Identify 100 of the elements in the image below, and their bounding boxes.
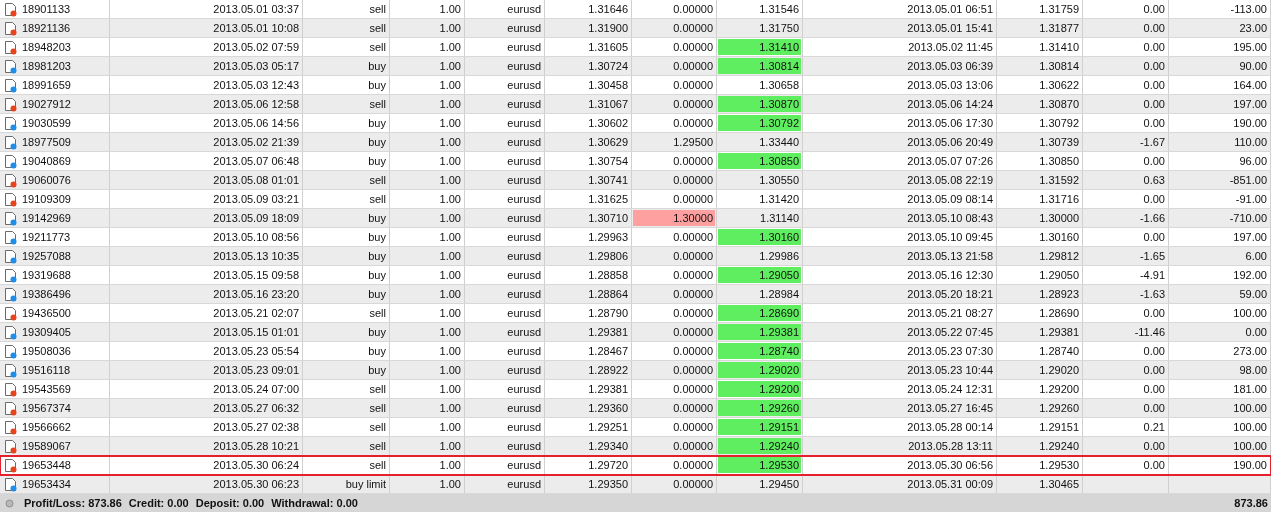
table-row[interactable]: 19309405 2013.05.15 01:01 buy 1.00 eurusd 1.29381 0.00000 1.29381 2013.05.22 07:45 1.29381 -11.46 0.00 — [0, 323, 1271, 342]
table-row[interactable]: 19653448 2013.05.30 06:24 sell 1.00 eurusd 1.29720 0.00000 1.29530 2013.05.30 06:56 1.29530 0.00 190.00 — [0, 456, 1271, 475]
summary-text: Deposit: 0.00 — [195, 495, 265, 511]
table-cell-text: 0.00000 — [673, 58, 713, 74]
table-cell-text: 2013.05.22 07:45 — [907, 324, 993, 340]
table-cell-text: 19142969 — [22, 210, 71, 226]
table-cell-text: 197.00 — [1233, 96, 1267, 112]
table-cell-text: 2013.05.16 12:30 — [907, 267, 993, 283]
table-cell-text: 1.30458 — [588, 77, 628, 93]
document-icon — [4, 476, 18, 492]
table-cell-text: 1.30000 — [1039, 210, 1079, 226]
table-cell-text: 1.28790 — [588, 305, 628, 321]
table-cell-text: 2013.05.13 21:58 — [907, 248, 993, 264]
table-row[interactable]: 18977509 2013.05.02 21:39 buy 1.00 eurusd 1.30629 1.29500 1.33440 2013.05.06 20:49 1.30739 -1.67 110.00 — [0, 133, 1271, 152]
table-cell-text: 0.00000 — [673, 324, 713, 340]
table-cell-text: 19436500 — [22, 305, 71, 321]
document-icon — [4, 77, 18, 93]
table-cell-text: sell — [369, 438, 386, 454]
table-cell-text: 2013.05.06 20:49 — [907, 134, 993, 150]
table-cell-text: eurusd — [507, 343, 541, 359]
table-cell-text: 100.00 — [1233, 419, 1267, 435]
table-row[interactable]: 19566662 2013.05.27 02:38 sell 1.00 eurusd 1.29251 0.00000 1.29151 2013.05.28 00:14 1.29151 0.21 100.00 — [0, 418, 1271, 437]
table-row[interactable]: 18948203 2013.05.02 07:59 sell 1.00 eurusd 1.31605 0.00000 1.31410 2013.05.02 11:45 1.31410 0.00 195.00 — [0, 38, 1271, 57]
table-cell-text: 59.00 — [1239, 286, 1267, 302]
table-cell-text: 1.30792 — [1039, 115, 1079, 131]
table-row[interactable]: 18921136 2013.05.01 10:08 sell 1.00 eurusd 1.31900 0.00000 1.31750 2013.05.01 15:41 1.31877 0.00 23.00 — [0, 19, 1271, 38]
table-cell-text: 2013.05.09 08:14 — [907, 191, 993, 207]
table-row[interactable]: 19508036 2013.05.23 05:54 buy 1.00 eurusd 1.28467 0.00000 1.28740 2013.05.23 07:30 1.28740 0.00 273.00 — [0, 342, 1271, 361]
table-row[interactable]: 19516118 2013.05.23 09:01 buy 1.00 eurusd 1.28922 0.00000 1.29020 2013.05.23 10:44 1.29020 0.00 98.00 — [0, 361, 1271, 380]
document-icon — [4, 20, 18, 36]
table-row[interactable]: 18901133 2013.05.01 03:37 sell 1.00 eurusd 1.31646 0.00000 1.31546 2013.05.01 06:51 1.31759 0.00 -113.00 — [0, 0, 1271, 19]
table-cell-text: 2013.05.06 12:58 — [213, 96, 299, 112]
table-cell-text: 197.00 — [1233, 229, 1267, 245]
table-cell-text: buy — [368, 286, 386, 302]
table-row[interactable]: 19319688 2013.05.15 09:58 buy 1.00 eurusd 1.28858 0.00000 1.29050 2013.05.16 12:30 1.29050 -4.91 192.00 — [0, 266, 1271, 285]
table-cell-text: 2013.05.03 06:39 — [907, 58, 993, 74]
table-cell-text: 19211773 — [22, 229, 71, 245]
table-row[interactable]: 19060076 2013.05.08 01:01 sell 1.00 eurusd 1.30741 0.00000 1.30550 2013.05.08 22:19 1.31592 0.63 -851.00 — [0, 171, 1271, 190]
table-row[interactable]: 18991659 2013.05.03 12:43 buy 1.00 eurusd 1.30458 0.00000 1.30658 2013.05.03 13:06 1.30622 0.00 164.00 — [0, 76, 1271, 95]
document-icon — [4, 229, 18, 245]
table-cell-text: 1.28467 — [588, 343, 628, 359]
table-cell-text: 1.29020 — [1039, 362, 1079, 378]
table-cell-text: 19543569 — [22, 381, 71, 397]
table-cell-text: 0.00000 — [673, 39, 713, 55]
table-cell-text: 19386496 — [22, 286, 71, 302]
table-cell-text: 2013.05.01 10:08 — [213, 20, 299, 36]
table-cell-text: 0.00000 — [673, 153, 713, 169]
table-cell-text: buy — [368, 58, 386, 74]
document-icon — [4, 115, 18, 131]
table-cell-text: eurusd — [507, 39, 541, 55]
table-cell-text: 2013.05.15 01:01 — [213, 324, 299, 340]
table-cell-text: 18981203 — [22, 58, 71, 74]
table-cell-text: 0.00000 — [673, 191, 713, 207]
table-cell-text: 1.30724 — [588, 58, 628, 74]
take-profit-cell: 1.31410 — [718, 39, 801, 55]
table-cell-text: 2013.05.07 07:26 — [907, 153, 993, 169]
take-profit-cell: 1.30870 — [718, 96, 801, 112]
table-row[interactable]: 19040869 2013.05.07 06:48 buy 1.00 eurusd 1.30754 0.00000 1.30850 2013.05.07 07:26 1.30850 0.00 96.00 — [0, 152, 1271, 171]
table-row[interactable]: 19436500 2013.05.21 02:07 sell 1.00 eurusd 1.28790 0.00000 1.28690 2013.05.21 08:27 1.28690 0.00 100.00 — [0, 304, 1271, 323]
table-row[interactable]: 19543569 2013.05.24 07:00 sell 1.00 eurusd 1.29381 0.00000 1.29200 2013.05.24 12:31 1.29200 0.00 181.00 — [0, 380, 1271, 399]
table-cell-text: 2013.05.20 18:21 — [907, 286, 993, 302]
table-cell-text: 1.29986 — [759, 248, 799, 264]
total-profit: 873.86 — [1234, 495, 1268, 511]
table-cell-text: sell — [369, 191, 386, 207]
table-cell-text: 2013.05.27 02:38 — [213, 419, 299, 435]
document-icon — [4, 1, 18, 17]
table-row[interactable]: 19257088 2013.05.13 10:35 buy 1.00 eurusd 1.29806 0.00000 1.29986 2013.05.13 21:58 1.29812 -1.65 6.00 — [0, 247, 1271, 266]
table-row[interactable]: 18981203 2013.05.03 05:17 buy 1.00 eurusd 1.30724 0.00000 1.30814 2013.05.03 06:39 1.30814 0.00 90.00 — [0, 57, 1271, 76]
table-row[interactable]: 19386496 2013.05.16 23:20 buy 1.00 eurusd 1.28864 0.00000 1.28984 2013.05.20 18:21 1.28923 -1.63 59.00 — [0, 285, 1271, 304]
table-cell-text: 96.00 — [1239, 153, 1267, 169]
table-cell-text: 18901133 — [22, 1, 71, 17]
table-cell-text: 1.29151 — [1039, 419, 1079, 435]
table-cell-text: 1.28922 — [588, 362, 628, 378]
table-row[interactable]: 19030599 2013.05.06 14:56 buy 1.00 eurusd 1.30602 0.00000 1.30792 2013.05.06 17:30 1.30792 0.00 190.00 — [0, 114, 1271, 133]
table-cell-text: 0.00 — [1143, 305, 1165, 321]
table-cell-text: 1.31877 — [1039, 20, 1079, 36]
table-row[interactable]: 19142969 2013.05.09 18:09 buy 1.00 eurusd 1.30710 1.30000 1.31140 2013.05.10 08:43 1.30000 -1.66 -710.00 — [0, 209, 1271, 228]
table-cell-text: 2013.05.06 14:24 — [907, 96, 993, 112]
table-cell-text: 2013.05.08 01:01 — [213, 172, 299, 188]
table-row[interactable]: 19211773 2013.05.10 08:56 buy 1.00 eurusd 1.29963 0.00000 1.30160 2013.05.10 09:45 1.30160 0.00 197.00 — [0, 228, 1271, 247]
table-row[interactable]: 19109309 2013.05.09 03:21 sell 1.00 eurusd 1.31625 0.00000 1.31420 2013.05.09 08:14 1.31716 0.00 -91.00 — [0, 190, 1271, 209]
table-cell-text: -11.46 — [1134, 324, 1165, 340]
table-cell-text: 0.00000 — [673, 438, 713, 454]
table-cell-text: 0.00 — [1143, 400, 1165, 416]
table-cell-text: eurusd — [507, 210, 541, 226]
table-cell-text: 1.31625 — [588, 191, 628, 207]
table-cell-text: 1.00 — [439, 457, 461, 473]
table-cell-text: 0.00000 — [673, 476, 713, 492]
table-cell-text: 1.29350 — [588, 476, 628, 492]
table-cell-text: 90.00 — [1239, 58, 1267, 74]
table-cell-text: 2013.05.21 02:07 — [213, 305, 299, 321]
table-cell-text: eurusd — [507, 153, 541, 169]
table-cell-text: 0.00000 — [673, 457, 713, 473]
table-row[interactable]: 19567374 2013.05.27 06:32 sell 1.00 eurusd 1.29360 0.00000 1.29260 2013.05.27 16:45 1.29260 0.00 100.00 — [0, 399, 1271, 418]
table-cell-text: -113.00 — [1230, 1, 1267, 17]
table-cell-text: 1.00 — [439, 39, 461, 55]
table-cell-text: 0.00000 — [673, 381, 713, 397]
table-cell-text: 1.00 — [439, 229, 461, 245]
table-row[interactable]: 19027912 2013.05.06 12:58 sell 1.00 eurusd 1.31067 0.00000 1.30870 2013.05.06 14:24 1.30870 0.00 197.00 — [0, 95, 1271, 114]
table-cell-text: 0.00000 — [673, 20, 713, 36]
